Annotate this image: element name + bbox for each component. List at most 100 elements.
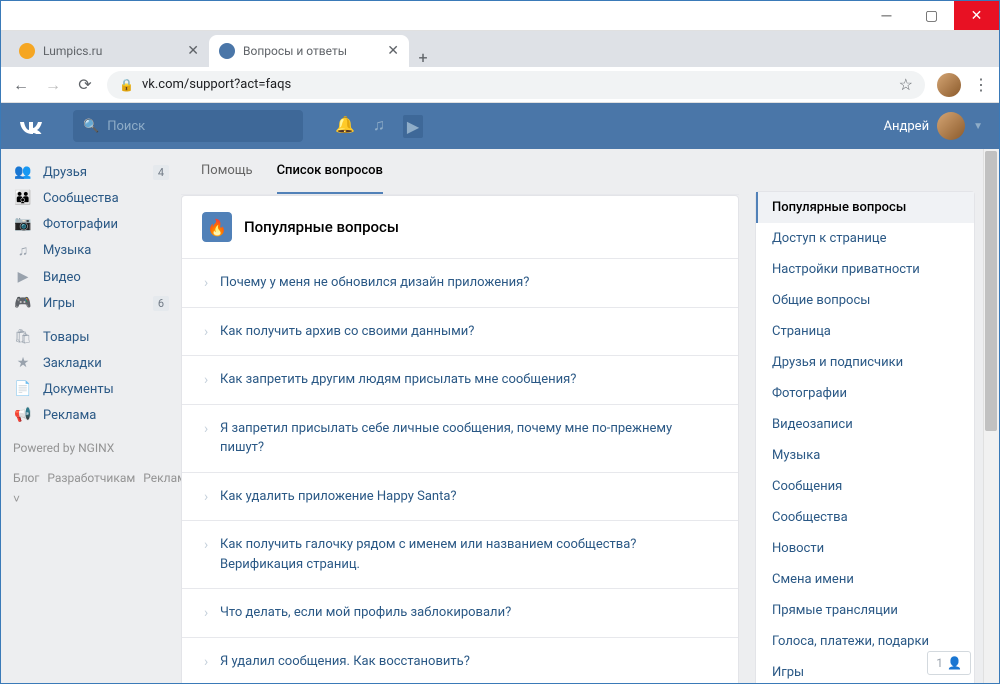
fire-icon: 🔥	[202, 212, 232, 242]
nav-reload-button[interactable]: ⟳	[75, 75, 95, 94]
tab-question-list[interactable]: Список вопросов	[277, 163, 383, 194]
question-item[interactable]: Как получить галочку рядом с именем или …	[182, 520, 738, 588]
tab-help[interactable]: Помощь	[201, 163, 253, 194]
widget-count: 1	[936, 656, 943, 670]
window-maximize-button[interactable]: ▢	[909, 1, 954, 30]
scrollbar-track[interactable]	[983, 149, 999, 683]
category-item[interactable]: Популярные вопросы	[756, 192, 974, 223]
sidebar-item-icon: 🛍	[13, 329, 33, 345]
browser-tab-lumpics[interactable]: Lumpics.ru ✕	[9, 35, 209, 67]
sidebar-item-label: Фотографии	[43, 217, 118, 232]
sidebar-item[interactable]: ▶ Видео	[1, 264, 181, 290]
new-tab-button[interactable]: +	[409, 48, 437, 67]
sidebar-item-icon: 📢	[13, 407, 33, 423]
browser-tab-vk[interactable]: Вопросы и ответы ✕	[209, 35, 409, 67]
scrollbar-thumb[interactable]	[985, 151, 997, 431]
sidebar-item-icon: 🎮	[13, 295, 33, 311]
category-item[interactable]: Доступ к странице	[756, 223, 974, 254]
browser-menu-button[interactable]: ⋮	[973, 75, 989, 94]
category-item[interactable]: Сообщества	[756, 502, 974, 533]
sidebar-item-label: Друзья	[43, 165, 87, 180]
left-sidebar: 👥Друзья4👪Сообщества📷Фотографии♫Музыка▶Ви…	[1, 149, 181, 683]
popular-questions-card: 🔥 Популярные вопросы Почему у меня не об…	[181, 195, 739, 683]
sidebar-item-icon: ★	[13, 355, 33, 371]
footer-link[interactable]: Блог	[13, 471, 39, 485]
category-item[interactable]: Друзья и подписчики	[756, 347, 974, 378]
sidebar-badge: 4	[153, 165, 169, 180]
browser-window: ─ ▢ ✕ Lumpics.ru ✕ Вопросы и ответы ✕ + …	[0, 0, 1000, 684]
question-item[interactable]: Как удалить приложение Happy Santa?	[182, 472, 738, 521]
category-item[interactable]: Общие вопросы	[756, 285, 974, 316]
online-widget[interactable]: 1 👤	[927, 651, 971, 675]
window-close-button[interactable]: ✕	[954, 1, 999, 30]
sidebar-item[interactable]: 🛍Товары	[1, 324, 181, 350]
sidebar-item-label: Закладки	[43, 356, 102, 371]
category-item[interactable]: Музыка	[756, 440, 974, 471]
powered-by: Powered by NGINX	[13, 438, 169, 460]
nav-forward-button[interactable]: →	[43, 75, 63, 95]
card-title: Популярные вопросы	[244, 218, 399, 236]
url-text: vk.com/support?act=faqs	[142, 77, 291, 92]
category-item[interactable]: Смена имени	[756, 564, 974, 595]
vk-header: 🔍 Поиск 🔔 ♫ ▶ Андрей ▼	[1, 103, 999, 149]
sidebar-item-icon: 👪	[13, 190, 33, 206]
sidebar-item[interactable]: ★ Закладки	[1, 350, 181, 376]
sidebar-item-label: Видео	[43, 270, 81, 285]
user-name: Андрей	[884, 119, 930, 134]
sidebar-item[interactable]: 📷Фотографии	[1, 211, 181, 237]
address-bar: ← → ⟳ 🔒 vk.com/support?act=faqs ☆ ⋮	[1, 67, 999, 103]
tab-close-icon[interactable]: ✕	[187, 43, 199, 59]
sidebar-item[interactable]: 📢Реклама	[1, 402, 181, 428]
question-item[interactable]: Я удалил сообщения. Как восстановить?	[182, 637, 738, 684]
question-item[interactable]: Как получить архив со своими данными?	[182, 307, 738, 356]
category-item[interactable]: Страница	[756, 316, 974, 347]
nav-back-button[interactable]: ←	[11, 75, 31, 95]
categories-sidebar: Популярные вопросыДоступ к страницеНастр…	[755, 191, 975, 683]
question-item[interactable]: Что делать, если мой профиль заблокирова…	[182, 588, 738, 637]
category-item[interactable]: Новости	[756, 533, 974, 564]
category-item[interactable]: Сообщения	[756, 471, 974, 502]
favicon-icon	[219, 43, 235, 59]
sidebar-badge: 6	[153, 296, 169, 311]
sidebar-item-icon: ▶	[13, 269, 33, 285]
sidebar-item[interactable]: 🎮 Игры 6	[1, 290, 181, 316]
favicon-icon	[19, 43, 35, 59]
sidebar-item-icon: ♫	[13, 242, 33, 259]
vk-user-menu[interactable]: Андрей ▼	[884, 112, 983, 140]
sidebar-item-label: Игры	[43, 296, 75, 311]
category-item[interactable]: Настройки приватности	[756, 254, 974, 285]
bookmark-star-icon[interactable]: ☆	[899, 75, 913, 94]
play-icon[interactable]: ▶	[403, 115, 423, 138]
question-item[interactable]: Почему у меня не обновился дизайн прилож…	[182, 258, 738, 307]
category-item[interactable]: Видеозаписи	[756, 409, 974, 440]
sidebar-item-label: Музыка	[43, 243, 91, 258]
category-item[interactable]: Прямые трансляции	[756, 595, 974, 626]
vk-search-input[interactable]: 🔍 Поиск	[73, 110, 303, 142]
search-placeholder: Поиск	[107, 119, 145, 134]
sidebar-item[interactable]: 👪 Сообщества	[1, 185, 181, 211]
question-item[interactable]: Как запретить другим людям присылать мне…	[182, 355, 738, 404]
music-icon[interactable]: ♫	[373, 115, 385, 138]
sidebar-footer: Powered by NGINX БлогРазработчикамРеклам…	[1, 428, 181, 521]
tab-close-icon[interactable]: ✕	[387, 43, 399, 59]
sidebar-item-label: Документы	[43, 382, 114, 397]
person-icon: 👤	[947, 656, 962, 670]
page-content: 👥Друзья4👪Сообщества📷Фотографии♫Музыка▶Ви…	[1, 149, 999, 683]
main-area: Помощь Список вопросов 🔥 Популярные вопр…	[181, 149, 999, 683]
footer-link[interactable]: Разработчикам	[47, 471, 135, 485]
profile-avatar[interactable]	[937, 73, 961, 97]
window-minimize-button[interactable]: ─	[864, 1, 909, 30]
sidebar-item[interactable]: 📄Документы	[1, 376, 181, 402]
url-input[interactable]: 🔒 vk.com/support?act=faqs ☆	[107, 71, 925, 99]
window-titlebar: ─ ▢ ✕	[1, 1, 999, 31]
question-item[interactable]: Я запретил присылать себе личные сообщен…	[182, 404, 738, 472]
tab-title: Lumpics.ru	[43, 44, 179, 58]
browser-tabs: Lumpics.ru ✕ Вопросы и ответы ✕ +	[1, 31, 999, 67]
notifications-icon[interactable]: 🔔	[335, 115, 355, 138]
category-item[interactable]: Фотографии	[756, 378, 974, 409]
sidebar-item[interactable]: 👥Друзья4	[1, 159, 181, 185]
sidebar-item-label: Сообщества	[43, 191, 119, 206]
vk-logo[interactable]	[17, 118, 57, 134]
inner-tabs: Помощь Список вопросов	[181, 149, 739, 195]
sidebar-item[interactable]: ♫ Музыка	[1, 237, 181, 264]
